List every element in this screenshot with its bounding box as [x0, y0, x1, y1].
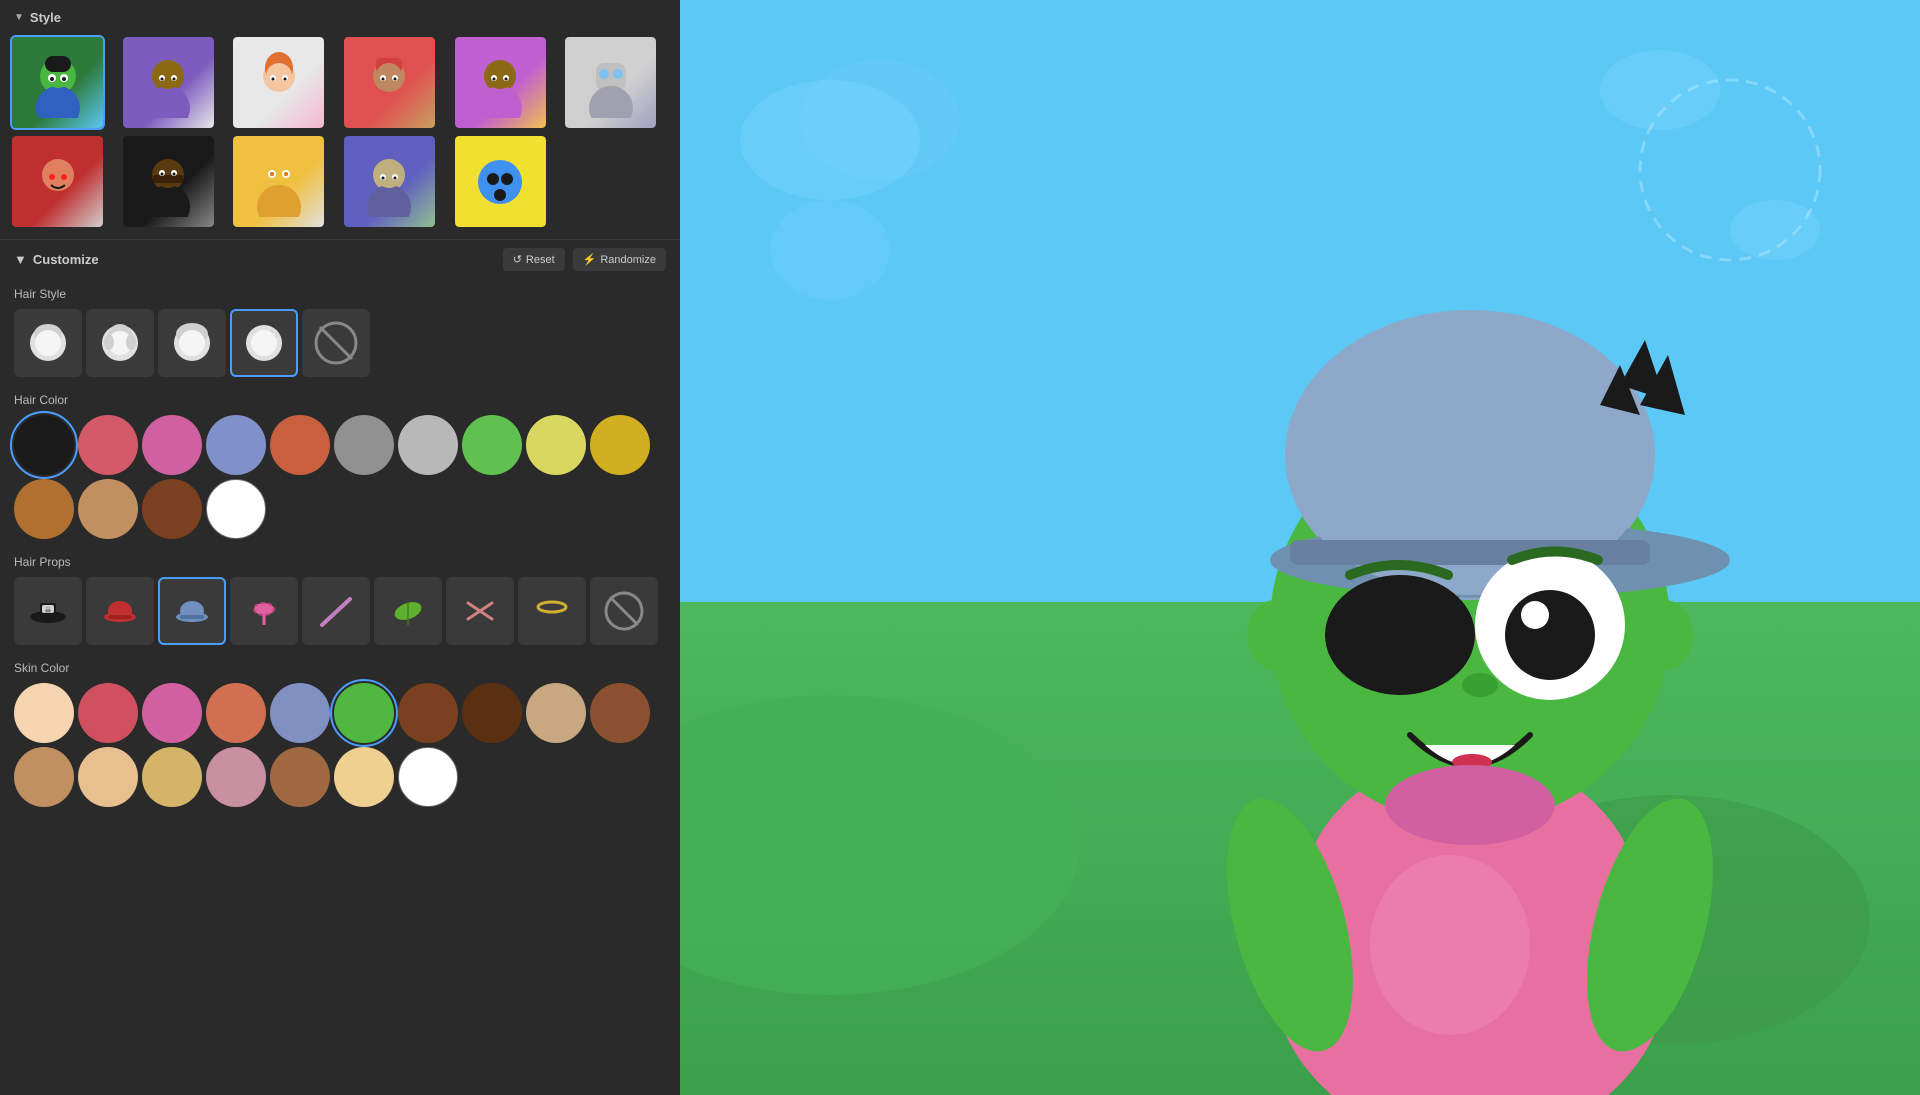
skin-color-grid: [0, 679, 680, 815]
hair-color-8[interactable]: [462, 415, 522, 475]
right-panel: [680, 0, 1920, 1095]
hair-style-label: Hair Style: [0, 279, 680, 305]
style-grid: [0, 31, 680, 239]
hair-color-1[interactable]: [14, 415, 74, 475]
hair-color-7[interactable]: [398, 415, 458, 475]
hair-color-5[interactable]: [270, 415, 330, 475]
customize-actions: ↺ Reset ⚡ Randomize: [503, 248, 666, 271]
skin-color-14[interactable]: [206, 747, 266, 807]
hair-props-grid: ☠: [0, 573, 680, 653]
skin-color-10[interactable]: [590, 683, 650, 743]
style-chevron: ▼: [14, 12, 24, 23]
reset-icon: ↺: [513, 253, 522, 266]
hair-prop-red-cap[interactable]: [86, 577, 154, 645]
style-thumb-inner-7: [12, 136, 103, 227]
skin-color-1[interactable]: [14, 683, 74, 743]
skin-color-9[interactable]: [526, 683, 586, 743]
style-thumb-inner-9: [233, 136, 324, 227]
hair-color-11[interactable]: [14, 479, 74, 539]
style-thumb-7[interactable]: [10, 134, 105, 229]
skin-color-2[interactable]: [78, 683, 138, 743]
hair-prop-stick[interactable]: [302, 577, 370, 645]
hair-style-1[interactable]: [14, 309, 82, 377]
style-thumb-inner-5: [455, 37, 546, 128]
skin-color-16[interactable]: [334, 747, 394, 807]
style-thumb-5[interactable]: [453, 35, 548, 130]
style-thumb-9[interactable]: [231, 134, 326, 229]
style-thumb-inner-3: [233, 37, 324, 128]
character-svg: [1020, 145, 1920, 1095]
style-label: Style: [30, 10, 61, 25]
hair-color-3[interactable]: [142, 415, 202, 475]
randomize-button[interactable]: ⚡ Randomize: [573, 248, 666, 271]
style-thumb-2[interactable]: [121, 35, 216, 130]
character-background: [680, 0, 1920, 1095]
skin-color-13[interactable]: [142, 747, 202, 807]
style-thumb-inner-6: [565, 37, 656, 128]
hair-style-4[interactable]: [230, 309, 298, 377]
hair-style-3[interactable]: [158, 309, 226, 377]
style-thumb-4[interactable]: [342, 35, 437, 130]
skin-color-15[interactable]: [270, 747, 330, 807]
svg-text:☠: ☠: [44, 606, 51, 615]
customize-chevron: ▼: [14, 252, 27, 267]
hair-prop-none[interactable]: [590, 577, 658, 645]
character-container: [1020, 145, 1920, 1095]
hair-prop-leaf[interactable]: [374, 577, 442, 645]
hair-prop-pins[interactable]: [446, 577, 514, 645]
style-thumb-inner-2: [123, 37, 214, 128]
cloud-shape-2: [1600, 50, 1720, 130]
hair-props-label: Hair Props: [0, 547, 680, 573]
skin-color-6[interactable]: [334, 683, 394, 743]
left-panel: ▼ Style: [0, 0, 680, 1095]
skin-color-12[interactable]: [78, 747, 138, 807]
hair-prop-candy[interactable]: [230, 577, 298, 645]
style-thumb-6[interactable]: [563, 35, 658, 130]
hair-color-12[interactable]: [78, 479, 138, 539]
hair-style-2[interactable]: [86, 309, 154, 377]
hair-color-6[interactable]: [334, 415, 394, 475]
style-thumb-10[interactable]: [342, 134, 437, 229]
skin-color-5[interactable]: [270, 683, 330, 743]
style-thumb-inner-8: [123, 136, 214, 227]
customize-title: ▼ Customize: [14, 252, 99, 267]
skin-color-4[interactable]: [206, 683, 266, 743]
cloud-shape-1: [740, 80, 920, 200]
style-thumb-11[interactable]: [453, 134, 548, 229]
customize-header: ▼ Customize ↺ Reset ⚡ Randomize: [0, 239, 680, 279]
style-thumb-inner-1: [12, 37, 103, 128]
skin-color-11[interactable]: [14, 747, 74, 807]
hair-color-14[interactable]: [206, 479, 266, 539]
randomize-icon: ⚡: [583, 253, 597, 266]
style-thumb-inner-4: [344, 37, 435, 128]
hair-color-label: Hair Color: [0, 385, 680, 411]
randomize-label: Randomize: [600, 254, 656, 266]
customize-label: Customize: [33, 252, 99, 267]
hair-prop-pirate[interactable]: ☠: [14, 577, 82, 645]
hair-color-9[interactable]: [526, 415, 586, 475]
skin-color-label: Skin Color: [0, 653, 680, 679]
reset-button[interactable]: ↺ Reset: [503, 248, 565, 271]
skin-color-8[interactable]: [462, 683, 522, 743]
hair-style-none[interactable]: [302, 309, 370, 377]
skin-color-3[interactable]: [142, 683, 202, 743]
style-thumb-3[interactable]: [231, 35, 326, 130]
hair-color-grid: [0, 411, 680, 547]
hair-prop-halo[interactable]: [518, 577, 586, 645]
skin-color-7[interactable]: [398, 683, 458, 743]
hair-prop-blue-cap[interactable]: [158, 577, 226, 645]
style-section-header: ▼ Style: [0, 0, 680, 31]
reset-label: Reset: [526, 254, 555, 266]
hair-color-13[interactable]: [142, 479, 202, 539]
style-thumb-inner-11: [455, 136, 546, 227]
style-thumb-8[interactable]: [121, 134, 216, 229]
hair-style-grid: [0, 305, 680, 385]
style-thumb-1[interactable]: [10, 35, 105, 130]
hair-color-10[interactable]: [590, 415, 650, 475]
skin-color-17[interactable]: [398, 747, 458, 807]
hair-color-2[interactable]: [78, 415, 138, 475]
style-thumb-inner-10: [344, 136, 435, 227]
hair-color-4[interactable]: [206, 415, 266, 475]
